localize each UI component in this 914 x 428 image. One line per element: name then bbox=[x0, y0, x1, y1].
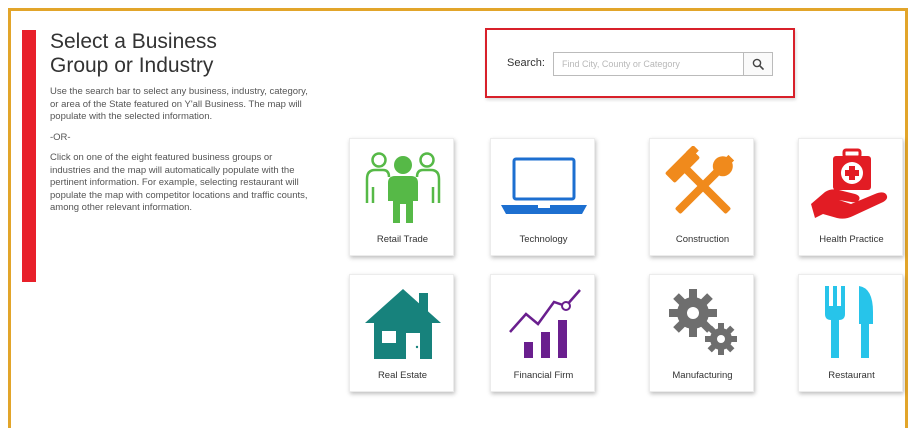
category-tile-technology[interactable]: Technology bbox=[490, 138, 595, 256]
page-title: Select a Business Group or Industry bbox=[50, 30, 315, 78]
intro-paragraph-1: Use the search bar to select any busines… bbox=[50, 86, 308, 122]
category-label: Manufacturing bbox=[672, 370, 733, 381]
category-label: Restaurant bbox=[828, 370, 875, 381]
magnifier-icon bbox=[752, 58, 764, 70]
intro-panel: Select a Business Group or Industry Use … bbox=[50, 30, 315, 215]
category-label: Financial Firm bbox=[513, 370, 574, 381]
people-group-icon bbox=[365, 152, 440, 223]
category-label: Construction bbox=[675, 234, 730, 245]
category-tile-restaurant[interactable]: Restaurant bbox=[798, 274, 903, 392]
category-tile-real-estate[interactable]: Real Estate bbox=[349, 274, 454, 392]
laptop-icon bbox=[500, 157, 587, 214]
intro-paragraph-2: Click on one of the eight featured busin… bbox=[50, 152, 308, 213]
search-input[interactable] bbox=[553, 52, 743, 76]
category-label: Health Practice bbox=[819, 234, 884, 245]
category-tile-health-practice[interactable]: Health Practice bbox=[798, 138, 903, 256]
category-tile-manufacturing[interactable]: Manufacturing bbox=[649, 274, 754, 392]
search-panel: Search: bbox=[485, 28, 795, 98]
category-tile-retail-trade[interactable]: Retail Trade bbox=[349, 138, 454, 256]
fork-knife-icon bbox=[824, 286, 873, 358]
category-tile-construction[interactable]: Construction bbox=[649, 138, 754, 256]
category-label: Retail Trade bbox=[376, 234, 429, 245]
growth-chart-icon bbox=[508, 289, 581, 358]
title-line-2: Group or Industry bbox=[50, 54, 214, 77]
gears-icon bbox=[668, 289, 737, 355]
category-label: Technology bbox=[519, 234, 568, 245]
medical-kit-hand-icon bbox=[810, 148, 887, 219]
category-tile-financial-firm[interactable]: Financial Firm bbox=[490, 274, 595, 392]
or-divider-text: -OR- bbox=[50, 131, 71, 143]
title-line-1: Select a Business bbox=[50, 30, 217, 53]
search-button[interactable] bbox=[743, 52, 773, 76]
search-label: Search: bbox=[507, 57, 545, 69]
accent-bar bbox=[22, 30, 36, 282]
house-icon bbox=[364, 289, 441, 359]
category-label: Real Estate bbox=[377, 370, 428, 381]
hammer-wrench-icon bbox=[665, 146, 734, 214]
